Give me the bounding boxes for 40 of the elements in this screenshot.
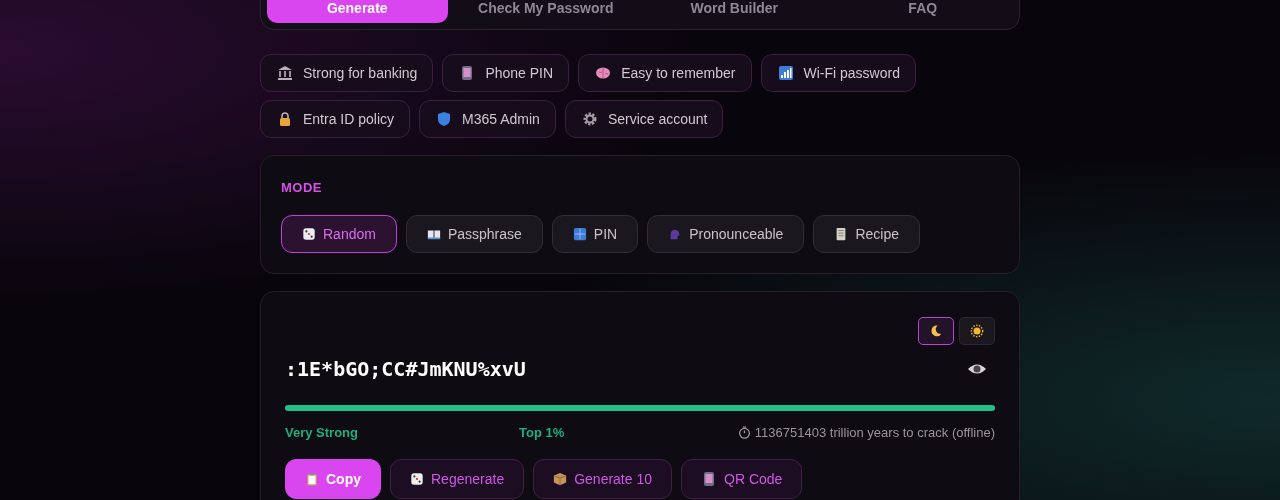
brain-icon [595, 65, 612, 81]
preset-chip[interactable]: Strong for banking [260, 54, 434, 92]
sun-icon [970, 324, 984, 338]
preset-chip[interactable]: Easy to remember [578, 54, 752, 92]
signal-bars-icon [777, 65, 794, 81]
gear-icon [581, 111, 598, 127]
moon-icon [929, 324, 943, 338]
strength-label: Very Strong [285, 425, 358, 440]
preset-chip[interactable]: Phone PIN [442, 54, 570, 92]
shield-icon [436, 111, 453, 127]
dark-theme-toggle[interactable] [918, 317, 954, 345]
action-button[interactable]: Regenerate [390, 459, 525, 499]
clipboard-icon [305, 472, 319, 486]
tab[interactable]: Check My Password [455, 0, 636, 23]
lock-icon [277, 111, 293, 127]
stopwatch-icon [737, 426, 751, 439]
light-theme-toggle[interactable] [959, 317, 995, 345]
tab[interactable]: Word Builder [644, 0, 825, 23]
mode-option[interactable]: Random [281, 215, 397, 253]
mode-option[interactable]: PIN [551, 215, 639, 253]
section-heading: MODE [281, 180, 323, 195]
mode-option[interactable]: Pronounceable [647, 215, 805, 253]
strength-rank: Top 1% [518, 425, 565, 440]
generated-password: :1E*bGO;CC#JmKNU%xvU [285, 357, 526, 381]
phone-icon [701, 471, 717, 487]
mode-option[interactable]: Passphrase [405, 215, 543, 253]
dice-icon [302, 227, 316, 241]
action-button[interactable]: QR Code [681, 459, 803, 499]
mode-option[interactable]: Recipe [813, 215, 920, 253]
preset-chip[interactable]: Wi-Fi password [760, 54, 916, 92]
dice-icon [410, 472, 424, 486]
number-grid-icon [572, 227, 587, 241]
preset-chip[interactable]: Service account [564, 100, 724, 138]
action-button[interactable]: Generate 10 [533, 459, 672, 499]
preset-chip[interactable]: Entra ID policy [260, 100, 411, 138]
bank-icon [277, 65, 293, 81]
crack-time: 1136751403 trillion years to crack (offline) [754, 425, 995, 440]
tab[interactable]: FAQ [832, 0, 1013, 23]
preset-chip[interactable]: M365 Admin [419, 100, 556, 138]
box-icon [553, 472, 568, 486]
